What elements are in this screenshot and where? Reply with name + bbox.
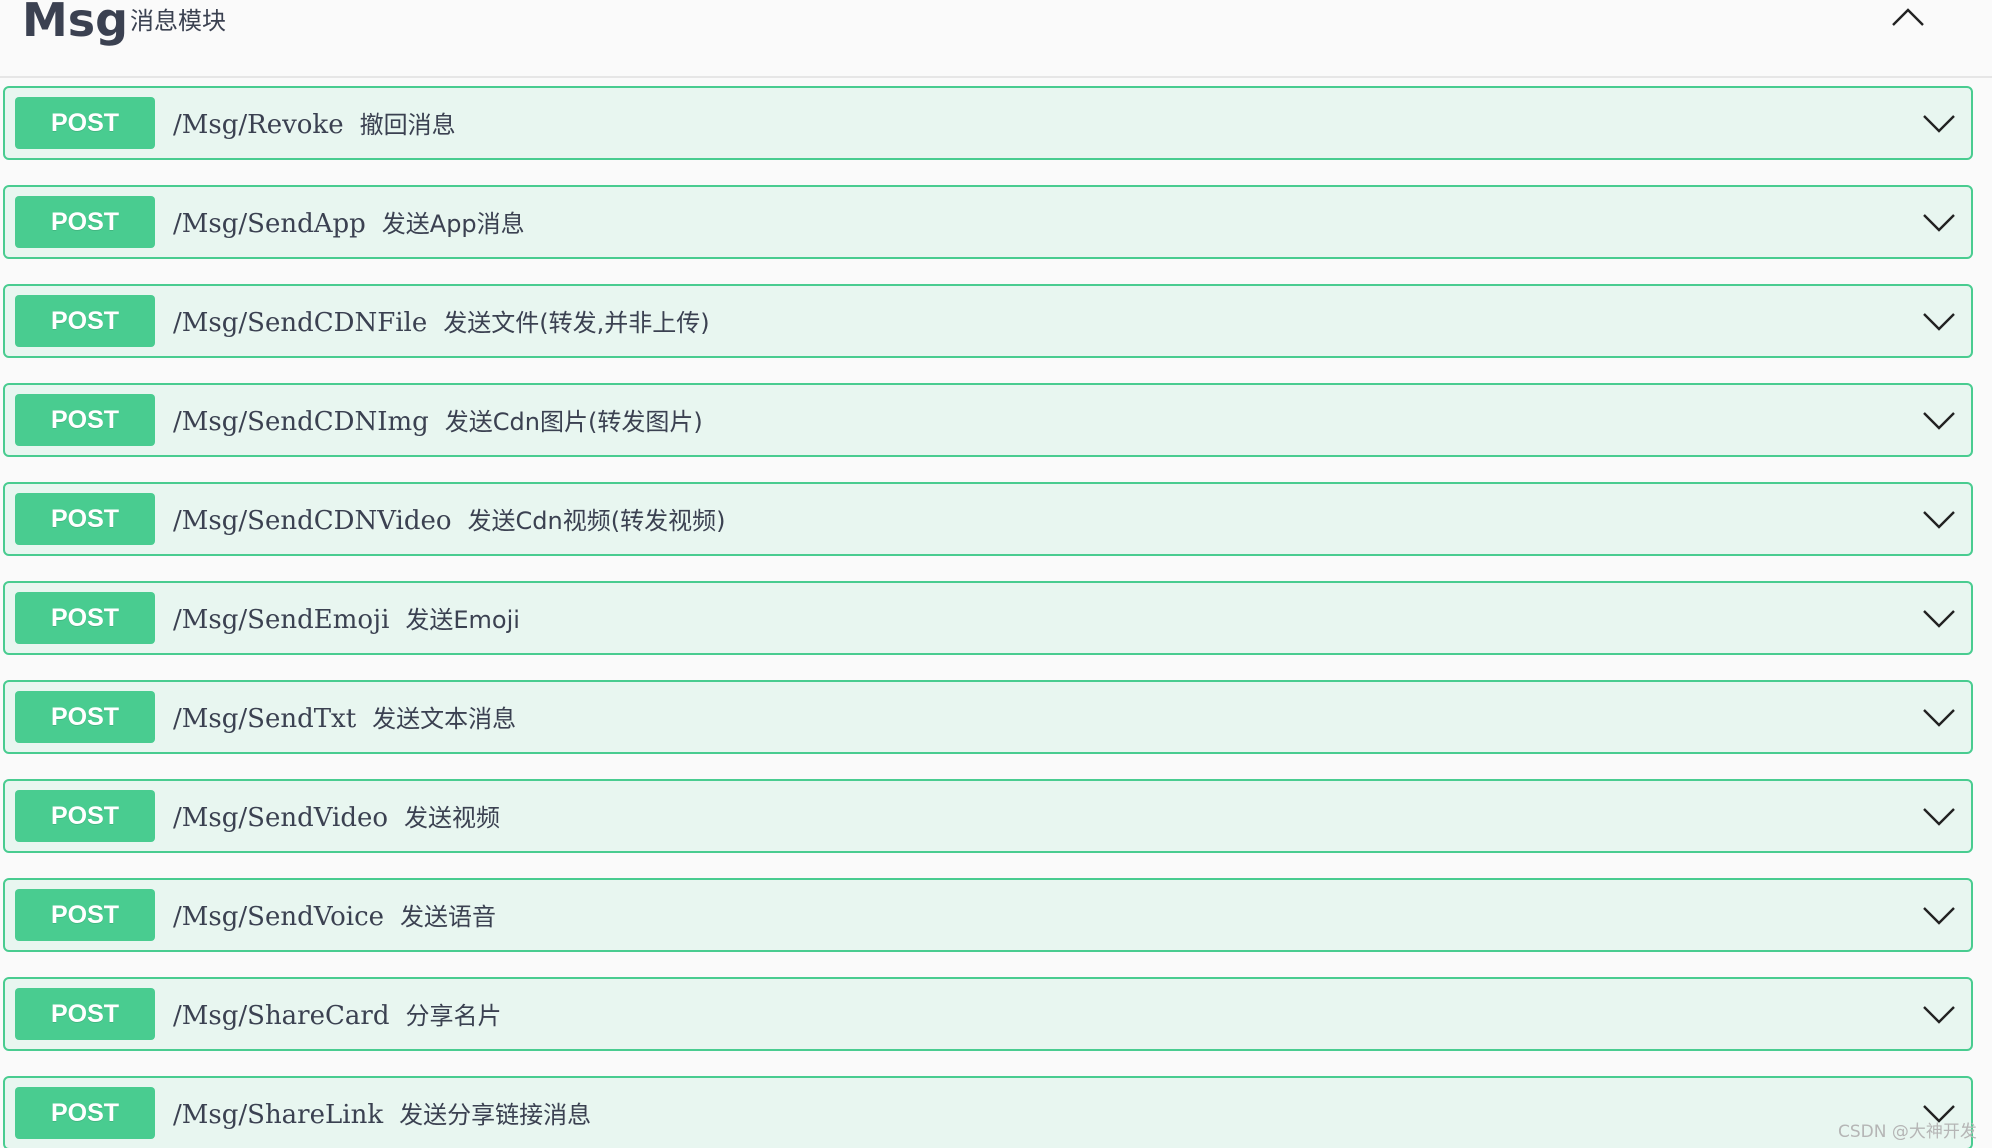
operation-sendapp[interactable]: POST /Msg/SendApp 发送App消息 [3,185,1973,259]
operation-path-line: /Msg/SendCDNVideo 发送Cdn视频(转发视频) [173,505,725,537]
chevron-down-icon[interactable] [1919,105,1959,141]
operation-sendvideo[interactable]: POST /Msg/SendVideo 发送视频 [3,779,1973,853]
operation-path-line: /Msg/SendVideo 发送视频 [173,802,500,834]
operation-summary: 发送文件(转发,并非上传) [443,309,710,337]
chevron-down-icon[interactable] [1919,204,1959,240]
operation-summary: 发送文本消息 [372,705,517,733]
operation-path: /Msg/SendCDNFile [173,308,428,338]
operation-sendcdnfile[interactable]: POST /Msg/SendCDNFile 发送文件(转发,并非上传) [3,284,1973,358]
operation-path: /Msg/SendVoice [173,902,385,932]
operation-path-line: /Msg/SendTxt 发送文本消息 [173,703,516,735]
operation-summary: 发送语音 [400,903,497,931]
watermark: CSDN @大神开发 [1838,1122,1977,1142]
operation-sendemoji[interactable]: POST /Msg/SendEmoji 发送Emoji [3,581,1973,655]
operation-path: /Msg/ShareLink [173,1100,384,1130]
operation-summary: 分享名片 [405,1002,502,1030]
operation-revoke[interactable]: POST /Msg/Revoke 撤回消息 [3,86,1973,160]
operation-summary: 发送Emoji [405,606,520,634]
operation-path-line: /Msg/ShareLink 发送分享链接消息 [173,1099,591,1131]
operation-summary: 发送分享链接消息 [399,1101,592,1129]
operation-summary: 发送Cdn图片(转发图片) [444,408,703,436]
operation-summary: 发送App消息 [381,210,525,238]
operation-sendcdnimg[interactable]: POST /Msg/SendCDNImg 发送Cdn图片(转发图片) [3,383,1973,457]
method-badge: POST [15,1087,155,1139]
method-badge: POST [15,592,155,644]
operation-path-line: /Msg/Revoke 撤回消息 [173,109,456,141]
operation-path-line: /Msg/SendApp 发送App消息 [173,208,525,240]
operation-summary: 发送视频 [404,804,501,832]
operation-path-line: /Msg/SendCDNFile 发送文件(转发,并非上传) [173,307,710,339]
operation-path: /Msg/Revoke [173,110,344,140]
operation-path: /Msg/SendCDNImg [173,407,429,437]
chevron-down-icon[interactable] [1919,699,1959,735]
operation-path: /Msg/SendEmoji [173,605,390,635]
method-badge: POST [15,394,155,446]
operation-summary: 撤回消息 [359,111,456,139]
method-badge: POST [15,790,155,842]
operation-path: /Msg/SendCDNVideo [173,506,452,536]
operation-path: /Msg/SendTxt [173,704,357,734]
chevron-down-icon[interactable] [1919,798,1959,834]
operation-sharecard[interactable]: POST /Msg/ShareCard 分享名片 [3,977,1973,1051]
operation-summary: 发送Cdn视频(转发视频) [467,507,726,535]
chevron-down-icon[interactable] [1919,600,1959,636]
operation-path-line: /Msg/SendVoice 发送语音 [173,901,496,933]
operation-sendtxt[interactable]: POST /Msg/SendTxt 发送文本消息 [3,680,1973,754]
chevron-down-icon[interactable] [1919,897,1959,933]
method-badge: POST [15,97,155,149]
method-badge: POST [15,295,155,347]
operation-sharelink[interactable]: POST /Msg/ShareLink 发送分享链接消息 [3,1076,1973,1148]
chevron-down-icon[interactable] [1919,303,1959,339]
operation-path: /Msg/SendApp [173,209,366,239]
section-header[interactable]: Msg 消息模块 [0,0,1992,78]
method-badge: POST [15,988,155,1040]
method-badge: POST [15,196,155,248]
operation-sendvoice[interactable]: POST /Msg/SendVoice 发送语音 [3,878,1973,952]
operation-path: /Msg/ShareCard [173,1001,390,1031]
chevron-down-icon[interactable] [1919,501,1959,537]
operation-path-line: /Msg/SendCDNImg 发送Cdn图片(转发图片) [173,406,703,438]
chevron-up-icon[interactable] [1888,0,1928,34]
operations-list: POST /Msg/Revoke 撤回消息 POST /Msg/SendApp 发送… [3,86,1973,1148]
chevron-down-icon[interactable] [1919,996,1959,1032]
chevron-down-icon[interactable] [1919,402,1959,438]
section-description: 消息模块 [130,7,226,35]
operation-path-line: /Msg/ShareCard 分享名片 [173,1000,501,1032]
swagger-page: Msg 消息模块 POST /Msg/Revoke 撤回消息 POST /Msg/… [0,0,1992,1148]
method-badge: POST [15,889,155,941]
method-badge: POST [15,493,155,545]
operation-sendcdnvideo[interactable]: POST /Msg/SendCDNVideo 发送Cdn视频(转发视频) [3,482,1973,556]
method-badge: POST [15,691,155,743]
section-title: Msg [22,0,129,47]
operation-path-line: /Msg/SendEmoji 发送Emoji [173,604,520,636]
operation-path: /Msg/SendVideo [173,803,389,833]
